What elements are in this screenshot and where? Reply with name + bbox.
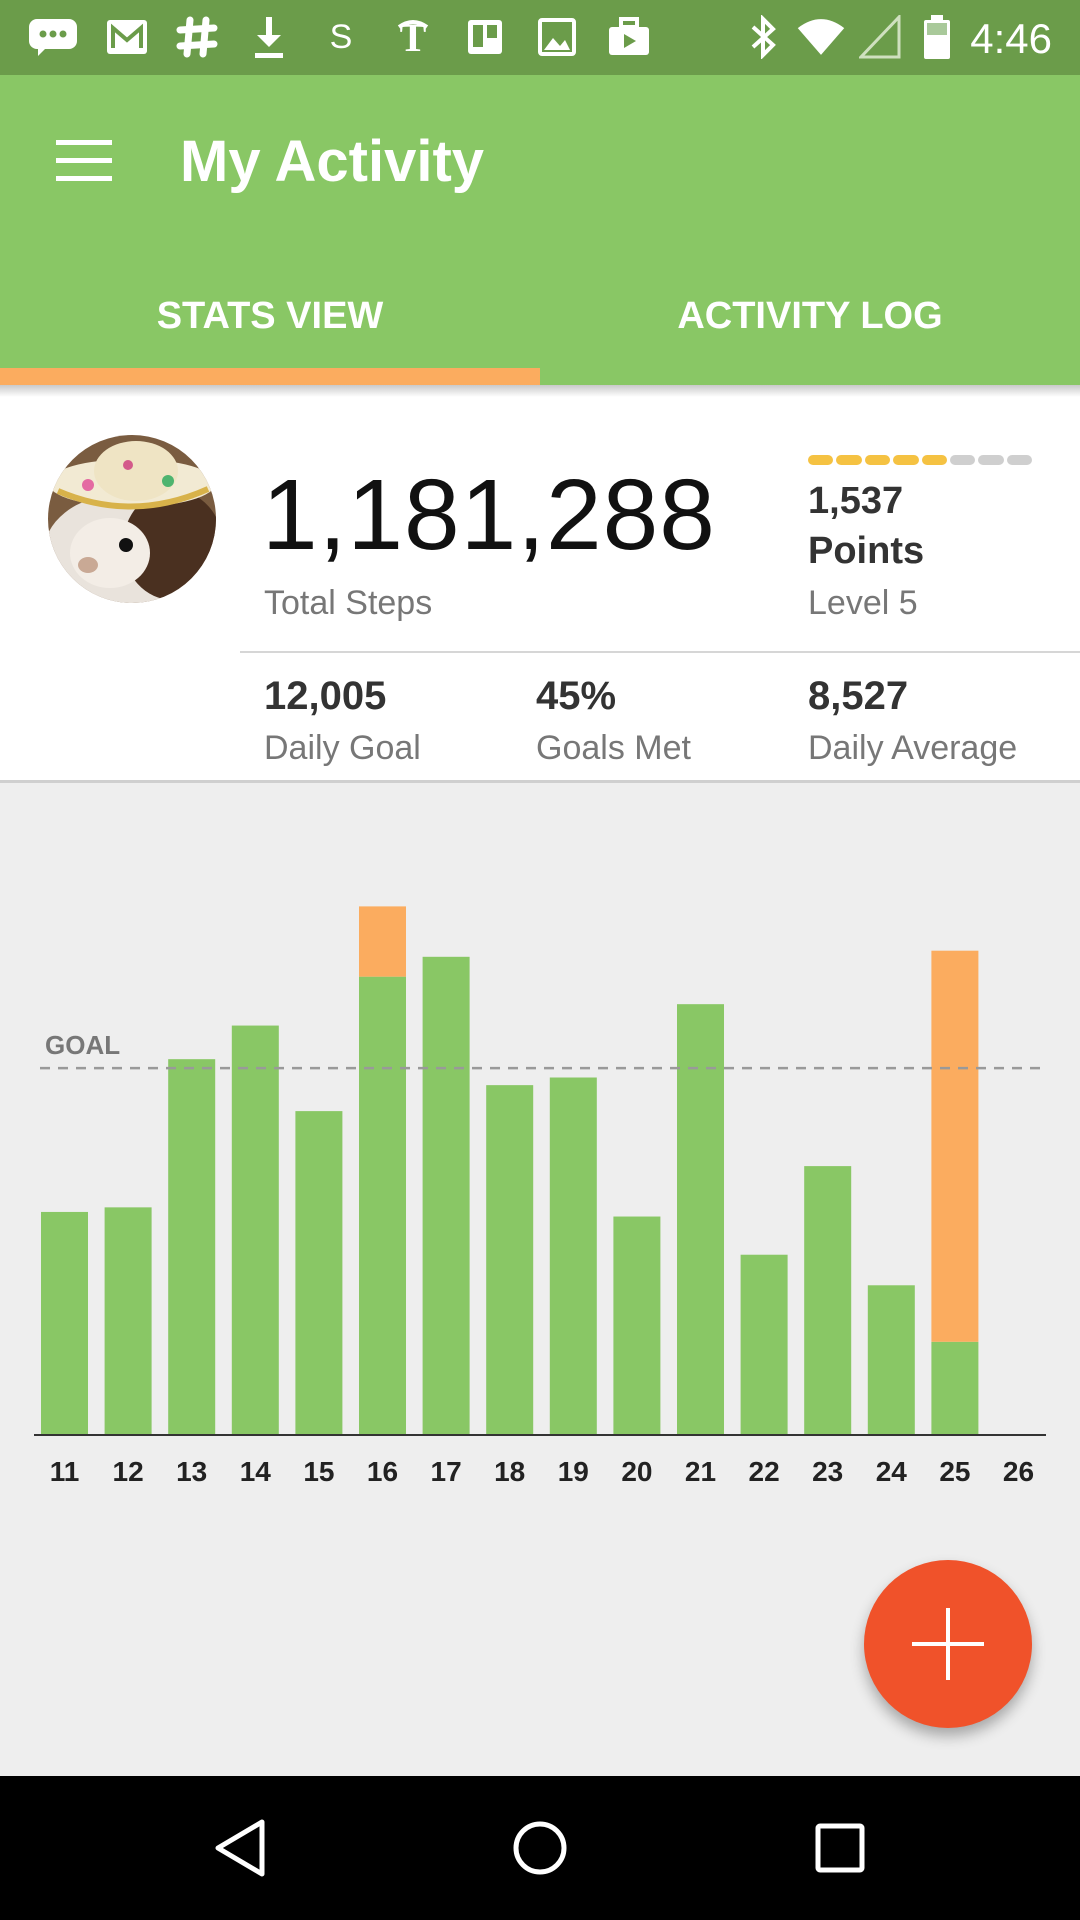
points-label: Points bbox=[808, 530, 925, 572]
add-activity-button[interactable] bbox=[864, 1560, 1032, 1728]
signal-icon bbox=[856, 14, 906, 60]
goals-met-value: 45% bbox=[536, 674, 617, 718]
level-progress-segment bbox=[893, 455, 919, 465]
bar-steps bbox=[931, 1341, 979, 1435]
x-tick-label: 19 bbox=[558, 1456, 589, 1487]
image-icon bbox=[532, 14, 582, 60]
daily-steps-chart: 11 12 13 14 15 16 17 18 19 20 21 22 23 24 25 26 bbox=[34, 906, 1046, 1487]
daily-goal-label: Daily Goal bbox=[264, 729, 421, 767]
goal-label: GOAL bbox=[45, 1030, 121, 1061]
x-tick-label: 13 bbox=[176, 1456, 207, 1487]
system-nav-bar bbox=[0, 1776, 1080, 1920]
x-tick-label: 22 bbox=[749, 1456, 780, 1487]
x-tick-label: 11 bbox=[50, 1456, 80, 1487]
hamburger-menu-icon[interactable] bbox=[56, 140, 112, 182]
bar-steps bbox=[804, 1166, 852, 1435]
x-tick-label: 18 bbox=[494, 1456, 525, 1487]
bar-steps bbox=[104, 1207, 152, 1435]
nytimes-icon: T bbox=[388, 14, 438, 60]
level-progress-segment bbox=[808, 455, 834, 465]
bar-steps bbox=[295, 1111, 343, 1435]
daily-goal-value: 12,005 bbox=[264, 674, 387, 718]
x-tick-label: 20 bbox=[621, 1456, 652, 1487]
x-tick-label: 14 bbox=[240, 1456, 272, 1487]
bar-extra bbox=[359, 906, 406, 977]
level-progress-segment bbox=[978, 455, 1004, 465]
level-progress-segment bbox=[921, 455, 947, 465]
bar-steps bbox=[867, 1285, 915, 1435]
plus-icon bbox=[912, 1608, 984, 1680]
x-tick-label: 12 bbox=[113, 1456, 144, 1487]
level-progress-segment bbox=[836, 455, 862, 465]
goals-met-label: Goals Met bbox=[536, 729, 691, 767]
bluetooth-icon bbox=[738, 14, 788, 60]
bar-steps bbox=[168, 1059, 216, 1435]
battery-icon bbox=[912, 14, 962, 60]
total-steps-label: Total Steps bbox=[264, 584, 433, 622]
x-tick-label: 24 bbox=[876, 1456, 908, 1487]
bar-steps bbox=[359, 976, 406, 1435]
x-tick-label: 17 bbox=[431, 1456, 462, 1487]
bar-steps bbox=[613, 1216, 661, 1435]
daily-goal-stat: 12,005 Daily Goal bbox=[264, 672, 421, 772]
page-title: My Activity bbox=[180, 129, 485, 194]
x-tick-label: 25 bbox=[939, 1456, 970, 1487]
total-steps-value: 1,181,288 bbox=[262, 459, 716, 571]
daily-average-value: 8,527 bbox=[808, 674, 909, 718]
appbar-shadow bbox=[0, 385, 1080, 397]
slack-icon bbox=[172, 14, 222, 60]
clock-time: 4:46 bbox=[970, 15, 1052, 62]
briefcase-icon bbox=[604, 14, 654, 60]
daily-average-label: Daily Average bbox=[808, 729, 1018, 767]
x-tick-label: 21 bbox=[685, 1456, 716, 1487]
level-progress-bar bbox=[808, 455, 1032, 465]
bar-steps bbox=[549, 1077, 597, 1435]
chat-icon bbox=[28, 14, 78, 60]
s-icon: S bbox=[329, 17, 353, 56]
bar-steps bbox=[41, 1211, 88, 1435]
home-icon[interactable] bbox=[500, 1812, 580, 1884]
bar-steps bbox=[231, 1025, 279, 1435]
level-progress-segment bbox=[1006, 455, 1032, 465]
bar-steps bbox=[740, 1254, 788, 1435]
back-icon[interactable] bbox=[200, 1812, 280, 1884]
x-tick-label: 26 bbox=[1003, 1456, 1034, 1487]
x-tick-label: 23 bbox=[812, 1456, 843, 1487]
x-tick-label: 15 bbox=[303, 1456, 334, 1487]
recents-icon[interactable] bbox=[800, 1812, 880, 1884]
tab-stats-view[interactable]: STATS VIEW bbox=[0, 288, 540, 344]
bar-extra bbox=[931, 950, 979, 1342]
trello-icon bbox=[460, 14, 510, 60]
stats-divider bbox=[240, 651, 1080, 653]
points-value: 1,537 bbox=[808, 480, 904, 522]
avatar[interactable] bbox=[48, 435, 216, 603]
level-progress-segment bbox=[949, 455, 976, 465]
tab-activity-log[interactable]: ACTIVITY LOG bbox=[540, 288, 1080, 344]
bar-steps bbox=[677, 1004, 724, 1435]
wifi-icon bbox=[796, 14, 846, 60]
bar-steps bbox=[422, 956, 470, 1435]
level-progress-segment bbox=[864, 455, 891, 465]
gmail-icon bbox=[102, 14, 152, 60]
download-icon bbox=[244, 14, 294, 60]
daily-average-stat: 8,527 Daily Average bbox=[808, 672, 1017, 772]
level-label: Level 5 bbox=[808, 584, 918, 622]
goals-met-stat: 45% Goals Met bbox=[536, 672, 691, 772]
status-bar: S T 4:46 bbox=[0, 0, 1080, 75]
x-tick-label: 16 bbox=[367, 1456, 398, 1487]
bar-steps bbox=[486, 1085, 534, 1435]
active-tab-indicator bbox=[0, 368, 540, 385]
